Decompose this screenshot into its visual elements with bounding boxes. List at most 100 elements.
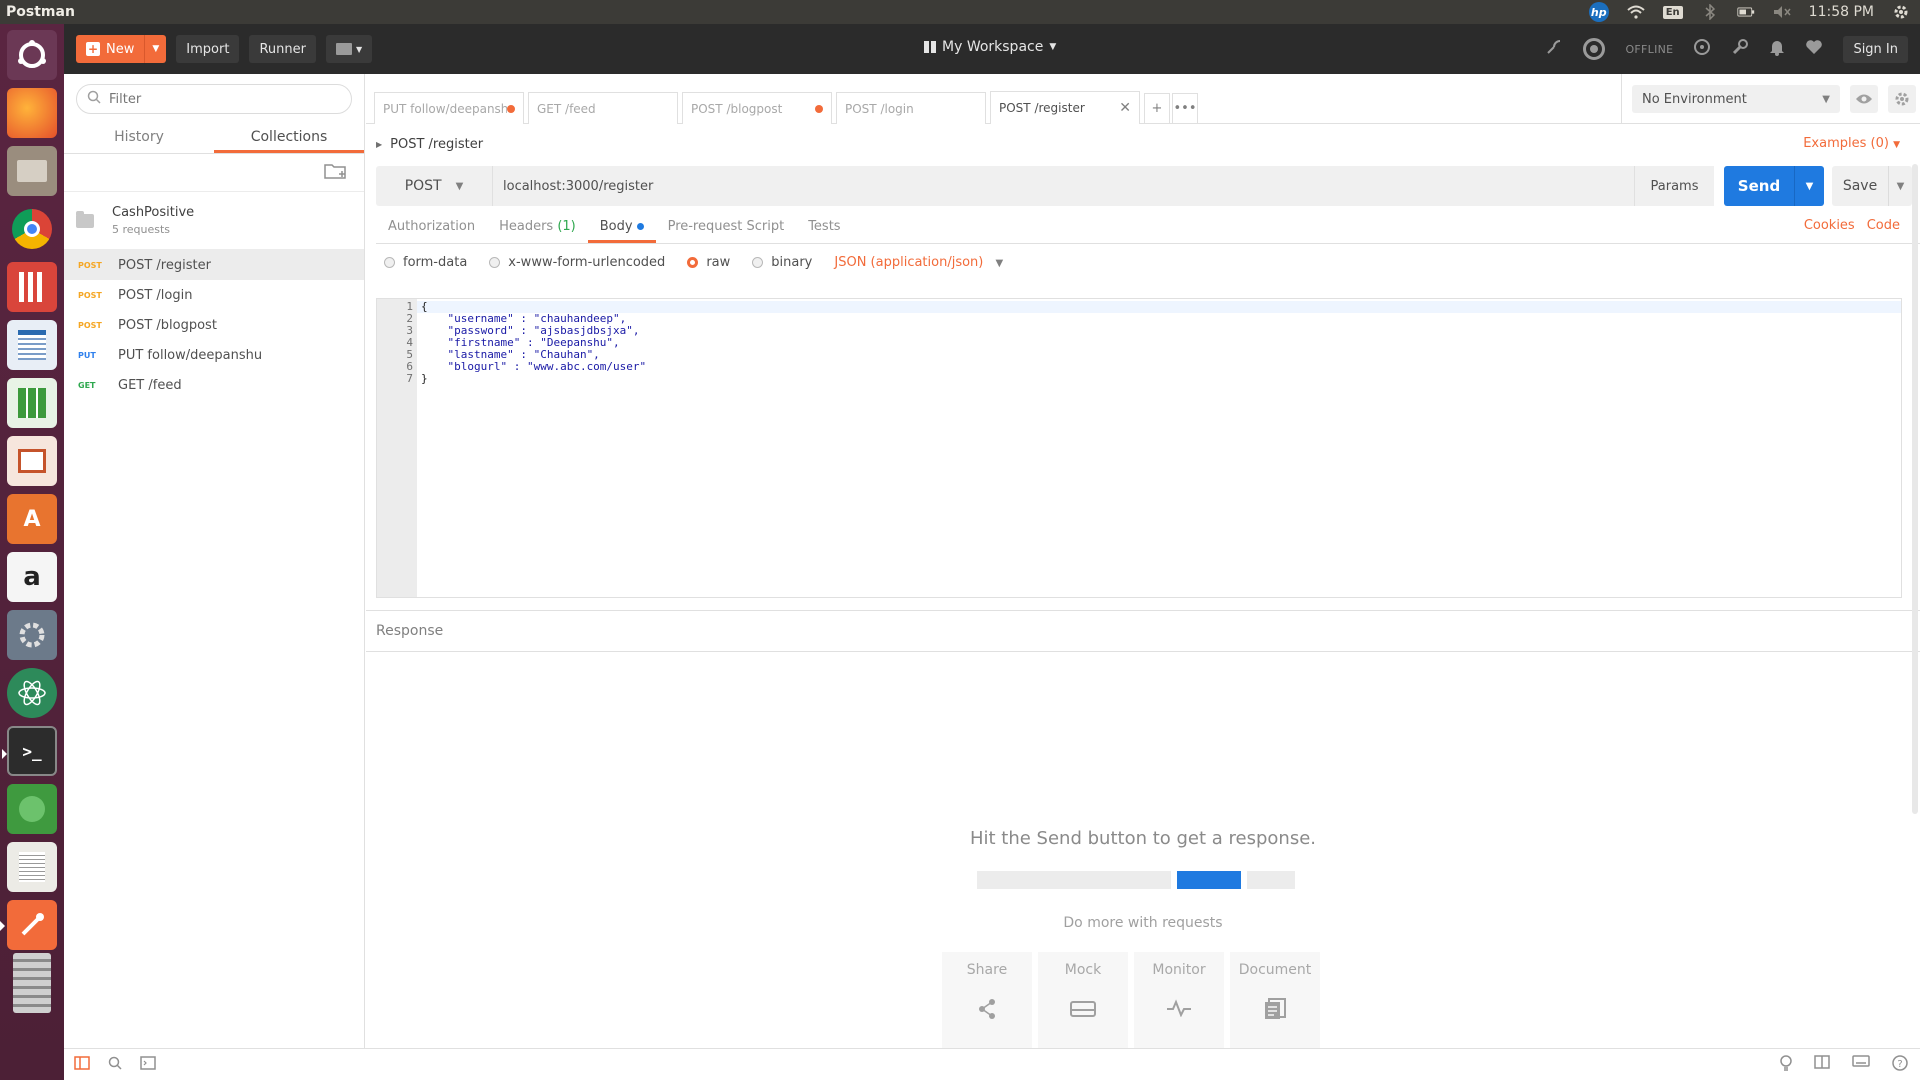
popcorn-icon[interactable]: [7, 262, 57, 312]
close-icon[interactable]: ✕: [1119, 100, 1131, 116]
tab-authorization[interactable]: Authorization: [376, 219, 487, 243]
capture-requests-icon[interactable]: [1693, 38, 1711, 60]
save-dropdown-chevron-icon[interactable]: ▼: [1888, 166, 1912, 206]
wrench-settings-icon[interactable]: [1731, 38, 1749, 60]
request-title-bar[interactable]: ▶ POST /register: [366, 124, 1920, 164]
environment-quick-look-eye-icon[interactable]: [1850, 85, 1878, 113]
tab-get-feed[interactable]: GET /feed: [528, 92, 678, 124]
tab-put-follow[interactable]: PUT follow/deepansh: [374, 92, 524, 124]
new-window-button[interactable]: ▼: [325, 35, 373, 63]
wifi-icon[interactable]: [1627, 4, 1645, 20]
environment-select[interactable]: No Environment ▼: [1632, 85, 1840, 113]
writer-icon[interactable]: [7, 320, 57, 370]
new-button[interactable]: + New ▼: [76, 35, 167, 63]
new-dropdown-chevron-icon[interactable]: ▼: [144, 35, 166, 63]
more-tabs-icon[interactable]: •••: [1172, 93, 1198, 123]
tab-post-register[interactable]: POST /register ✕: [990, 91, 1140, 124]
tab-tests[interactable]: Tests: [796, 219, 852, 243]
bluetooth-icon[interactable]: [1701, 4, 1719, 20]
document-card[interactable]: Document: [1230, 952, 1320, 1052]
system-settings-gear-icon[interactable]: [1892, 4, 1910, 20]
filter-box[interactable]: [76, 84, 352, 114]
keyboard-language-indicator[interactable]: En: [1662, 5, 1683, 19]
calc-icon[interactable]: [7, 378, 57, 428]
trash-icon[interactable]: [7, 953, 57, 1013]
share-icon: [977, 998, 997, 1026]
clock[interactable]: 11:58 PM: [1809, 4, 1874, 20]
request-item-get-feed[interactable]: GET GET /feed: [64, 370, 364, 400]
content-type-select[interactable]: JSON (application/json) ▼: [834, 255, 1003, 270]
atom-icon[interactable]: [7, 668, 57, 718]
import-button[interactable]: Import: [176, 35, 240, 63]
examples-dropdown[interactable]: Examples (0) ▼: [1803, 136, 1900, 151]
settings-icon[interactable]: [7, 610, 57, 660]
sign-in-button[interactable]: Sign In: [1843, 35, 1908, 63]
firefox-icon[interactable]: [7, 88, 57, 138]
radio-binary[interactable]: binary: [752, 255, 812, 270]
add-tab-button[interactable]: +: [1144, 93, 1170, 123]
tab-body[interactable]: Body: [587, 219, 656, 243]
battery-icon[interactable]: [1737, 4, 1755, 20]
toggle-sidebar-icon[interactable]: [74, 1055, 90, 1074]
impress-icon[interactable]: [7, 436, 57, 486]
body-code-editor[interactable]: 1 2 3 4 5 6 7 { "username" : "chauhandee…: [376, 298, 1902, 598]
postman-icon[interactable]: [0, 900, 57, 950]
sync-status-icon[interactable]: [1583, 38, 1606, 60]
tab-pre-request-script[interactable]: Pre-request Script: [656, 219, 797, 243]
request-item-put-follow[interactable]: PUT PUT follow/deepanshu: [64, 340, 364, 370]
monitor-card[interactable]: Monitor: [1134, 952, 1224, 1052]
request-name: POST /login: [118, 287, 193, 303]
save-button[interactable]: Save ▼: [1832, 166, 1912, 206]
hp-icon[interactable]: hp: [1588, 2, 1609, 22]
terminal-icon[interactable]: >_: [2, 726, 57, 776]
workspace-switcher[interactable]: My Workspace ▼: [924, 39, 1056, 55]
find-search-icon[interactable]: [108, 1056, 122, 1074]
radio-raw[interactable]: raw: [687, 255, 730, 270]
help-icon[interactable]: ?: [1892, 1054, 1908, 1075]
request-item-post-register[interactable]: POST POST /register: [64, 250, 364, 280]
two-pane-view-icon[interactable]: [1814, 1054, 1830, 1075]
tab-collections[interactable]: Collections: [214, 122, 364, 153]
radio-form-data[interactable]: form-data: [384, 255, 467, 270]
request-title: POST /register: [390, 136, 484, 152]
heart-icon[interactable]: [1805, 39, 1823, 59]
url-field[interactable]: [492, 166, 1634, 206]
console-icon[interactable]: [140, 1055, 156, 1074]
collection-cashpositive[interactable]: CashPositive 5 requests: [64, 192, 364, 250]
keyboard-shortcuts-icon[interactable]: [1852, 1054, 1870, 1075]
send-dropdown-chevron-icon[interactable]: ▼: [1794, 166, 1824, 206]
lightbulb-icon[interactable]: [1780, 1054, 1792, 1075]
chrome-icon[interactable]: [7, 204, 57, 254]
tab-headers[interactable]: Headers (1): [487, 219, 588, 243]
tab-post-login[interactable]: POST /login: [836, 92, 986, 124]
ubuntu-icon[interactable]: [7, 30, 57, 80]
main-scrollbar[interactable]: [1912, 164, 1918, 814]
text-editor-icon[interactable]: [7, 842, 57, 892]
mock-card[interactable]: Mock: [1038, 952, 1128, 1052]
params-button[interactable]: Params: [1634, 166, 1714, 206]
notifications-bell-icon[interactable]: [1769, 38, 1785, 60]
method-select[interactable]: POST ▼: [376, 166, 492, 206]
request-item-post-blogpost[interactable]: POST POST /blogpost: [64, 310, 364, 340]
radio-urlencoded[interactable]: x-www-form-urlencoded: [489, 255, 665, 270]
request-item-post-login[interactable]: POST POST /login: [64, 280, 364, 310]
filter-input[interactable]: [109, 91, 329, 107]
url-input[interactable]: [503, 178, 1634, 194]
amazon-icon[interactable]: a: [7, 552, 57, 602]
software-center-icon[interactable]: A: [7, 494, 57, 544]
share-card[interactable]: Share: [942, 952, 1032, 1052]
tab-history[interactable]: History: [64, 122, 214, 153]
ros-icon[interactable]: [7, 784, 57, 834]
interceptor-icon[interactable]: [1545, 38, 1563, 60]
cookies-link[interactable]: Cookies: [1804, 218, 1855, 233]
body-indicator-dot-icon: [636, 223, 644, 230]
code-link[interactable]: Code: [1867, 218, 1900, 233]
runner-button[interactable]: Runner: [249, 35, 316, 63]
code-content[interactable]: { "username" : "chauhandeep", "password"…: [417, 299, 1901, 597]
send-button[interactable]: Send ▼: [1724, 166, 1824, 206]
tab-post-blogpost[interactable]: POST /blogpost: [682, 92, 832, 124]
new-collection-folder-icon[interactable]: [324, 162, 348, 184]
files-icon[interactable]: [7, 146, 57, 196]
volume-muted-icon[interactable]: [1773, 4, 1791, 20]
manage-environments-gear-icon[interactable]: [1888, 85, 1916, 113]
